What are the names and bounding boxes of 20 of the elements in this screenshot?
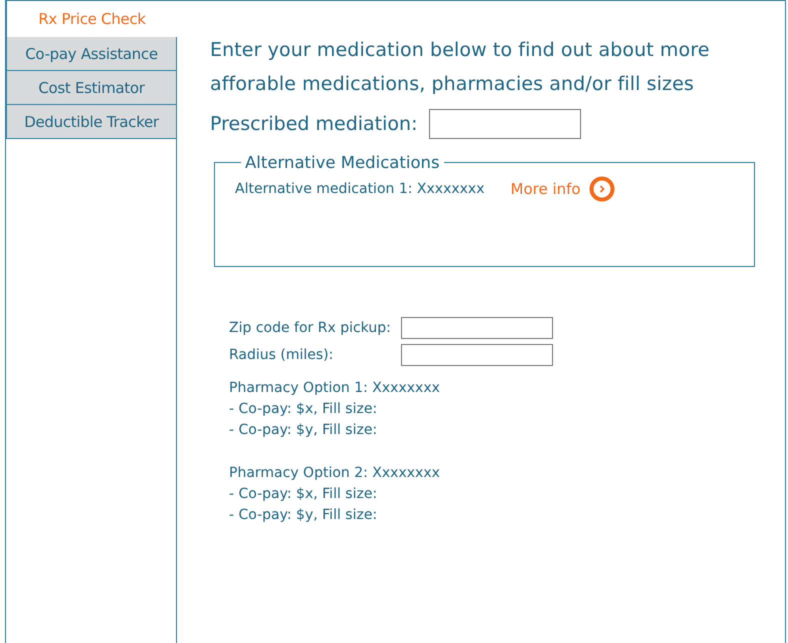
intro-text: Enter your medication below to find out about more afforable medications, pharmacies and/or fill sizes (210, 38, 711, 97)
tab[interactable]: Co-pay Assistance (6, 37, 177, 71)
pharmacy-title: Pharmacy Option 2: Xxxxxxxx (229, 464, 441, 483)
input-field[interactable] (400, 344, 553, 366)
group-title: Alternative Medications (244, 153, 441, 172)
field-label: Radius (miles): (229, 347, 334, 363)
copay-line: - Co-pay: $x, Fill size: (229, 400, 378, 419)
arrow-circle-icon[interactable] (588, 176, 615, 202)
pharmacy-title: Pharmacy Option 1: Xxxxxxxx (229, 379, 441, 398)
input-field[interactable] (400, 317, 553, 339)
more-info-link[interactable]: More info (510, 180, 581, 198)
medication-input[interactable] (429, 109, 582, 139)
copay-line: - Co-pay: $x, Fill size: (229, 485, 378, 504)
copay-line: - Co-pay: $y, Fill size: (229, 421, 378, 440)
tab[interactable]: Cost Estimator (6, 71, 177, 105)
field-label: Prescribed mediation: (210, 113, 418, 135)
copay-line: - Co-pay: $y, Fill size: (229, 506, 378, 525)
field-label: Zip code for Rx pickup: (229, 320, 391, 336)
tab[interactable]: Deductible Tracker (6, 105, 177, 139)
alternative-text: Alternative medication 1: Xxxxxxxx (235, 181, 484, 197)
